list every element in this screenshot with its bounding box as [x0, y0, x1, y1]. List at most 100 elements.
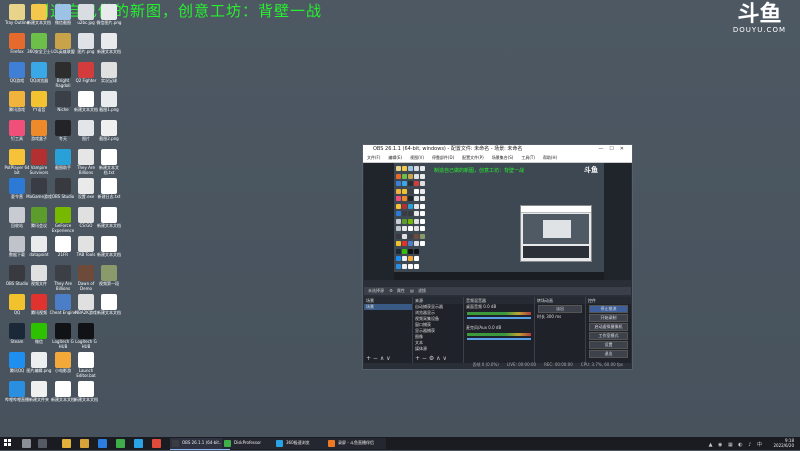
- preview-mini-icon: [408, 211, 413, 216]
- obs-preview[interactable]: 制造自己做的新图，创意工坊：背壁一战 斗鱼: [364, 163, 631, 280]
- task-obs[interactable]: OBS 26.1.1 (64-bit...: [170, 438, 230, 450]
- desktop-icon-label: 微信图片.png: [96, 20, 122, 25]
- clock[interactable]: 9:18 2022/6/20: [773, 437, 794, 451]
- preview-mini-icon: [402, 188, 407, 194]
- preview-mini-icon: [414, 211, 419, 216]
- preview-mini-icon: [402, 248, 407, 254]
- filters-button[interactable]: 滤镜: [418, 288, 426, 293]
- filter-icon[interactable]: ▤: [410, 288, 414, 293]
- app-icon: [55, 265, 71, 281]
- windows-start-icon[interactable]: [4, 439, 12, 447]
- app-icon: [78, 381, 94, 397]
- desktop-icon-label: 视频第一段: [99, 281, 119, 286]
- sources-header: 来源: [413, 297, 463, 304]
- task-view-icon[interactable]: [38, 439, 47, 448]
- app-icon: [78, 62, 94, 78]
- properties-button[interactable]: 属性: [397, 288, 405, 293]
- taskbar-app-icon-3[interactable]: [134, 439, 143, 448]
- watermark-logo: 斗鱼: [737, 1, 782, 27]
- start-recording-button[interactable]: 开始录制: [589, 314, 628, 322]
- edge-icon[interactable]: [98, 439, 107, 448]
- app-icon: [31, 236, 47, 252]
- preview-mini-icon: [414, 181, 419, 186]
- taskbar-app-icon-4[interactable]: [152, 439, 161, 448]
- desktop-audio-meter: [467, 312, 531, 315]
- app-icon: [9, 352, 25, 368]
- preview-mini-icon: [414, 256, 419, 261]
- app-icon: [78, 178, 94, 194]
- app-icon: [9, 178, 25, 194]
- search-icon[interactable]: [22, 439, 31, 448]
- preview-mini-icon: [396, 173, 401, 179]
- preview-mini-icon: [414, 226, 419, 231]
- exit-button[interactable]: 退出: [589, 350, 628, 358]
- app-icon: [78, 4, 94, 20]
- preview-mini-icon: [396, 226, 401, 231]
- menu-tools[interactable]: 工具(T): [521, 155, 535, 160]
- scene-item[interactable]: 场景: [364, 304, 412, 310]
- mic-audio-slider[interactable]: [467, 338, 531, 340]
- audio-mixer-dock: 音频混音器 桌面音频 0.0 dB 麦克风/Aux 0.0 dB: [464, 297, 535, 363]
- source-item[interactable]: 媒体源: [413, 346, 463, 352]
- preview-mini-icon: [420, 211, 425, 216]
- virtual-camera-button[interactable]: 启动虚拟摄像机: [589, 323, 628, 331]
- desktop-icon-label: 新建文本文档: [97, 252, 121, 257]
- watermark-site: DOUYU.COM: [732, 26, 786, 34]
- transition-select[interactable]: 淡出: [538, 305, 582, 313]
- settings-button[interactable]: 设置: [589, 341, 628, 349]
- preview-mini-icon: [408, 248, 413, 254]
- file-explorer-icon[interactable]: [62, 439, 71, 448]
- taskbar-app-icon-1[interactable]: [80, 439, 89, 448]
- preview-mini-icon: [414, 196, 419, 201]
- desktop-icon-label: 新建文本文档: [74, 397, 98, 402]
- mic-audio-meter: [467, 333, 531, 336]
- duration-row: 时长 300 ms: [537, 314, 562, 319]
- menu-scene-collection[interactable]: 场景集合(S): [492, 155, 514, 160]
- menu-help[interactable]: 帮助(H): [543, 155, 557, 160]
- desktop-icon-label: 新建文本文档.txt: [99, 165, 119, 175]
- browser-icon: [276, 440, 283, 447]
- task-browser[interactable]: 360极速浏览: [274, 438, 334, 449]
- menu-docks[interactable]: 停靠部件(D): [432, 155, 454, 160]
- obs-title-bar[interactable]: OBS 26.1.1 (64-bit, windows) - 配置文件: 未命名…: [363, 145, 632, 154]
- desktop-icon[interactable]: 新建文本文档: [72, 381, 100, 415]
- douyu-icon: [328, 440, 335, 447]
- stop-streaming-button[interactable]: 停止推流: [589, 305, 628, 313]
- app-icon: [9, 120, 25, 136]
- preview-mini-icon: [420, 218, 425, 224]
- preview-mini-icon: [414, 173, 419, 179]
- preview-mini-icon: [396, 248, 401, 254]
- app-icon: [9, 33, 25, 49]
- window-controls[interactable]: —☐✕: [598, 145, 630, 154]
- preview-mini-icon: [396, 218, 401, 224]
- app-icon: [78, 294, 94, 310]
- app-icon: [101, 33, 117, 49]
- desktop-icon-label: 新建日志.txt: [97, 194, 121, 199]
- app-icon: [78, 91, 94, 107]
- obs-menu-bar: 文件(F) 编辑(E) 视图(V) 停靠部件(D) 配置文件(P) 场景集合(S) 工具(T…: [363, 154, 632, 163]
- preview-banner: 制造自己做的新图，创意工坊：背壁一战: [434, 168, 525, 174]
- menu-edit[interactable]: 编辑(E): [388, 155, 402, 160]
- menu-view[interactable]: 视图(V): [410, 155, 424, 160]
- desktop-audio-slider[interactable]: [467, 317, 531, 319]
- controls-header: 控件: [586, 297, 631, 304]
- preview-desktop: 制造自己做的新图，创意工坊：背壁一战 斗鱼: [394, 163, 604, 280]
- duration-input[interactable]: 300 ms: [546, 314, 561, 319]
- obs-window[interactable]: OBS 26.1.1 (64-bit, windows) - 配置文件: 未命名…: [362, 144, 633, 370]
- desktop-icon-label: 截图1.png: [99, 107, 119, 112]
- task-diskprofessor[interactable]: DiskProfessor: [222, 438, 282, 449]
- studio-mode-button[interactable]: 工作室模式: [589, 332, 628, 340]
- preview-mini-icon: [420, 188, 425, 194]
- system-tray-icons[interactable]: ▲ ◉ ▦ ◐ ♪ 中: [709, 441, 764, 448]
- desktop: 制造自己做的新图，创意工坊：背壁一战 斗鱼 DOUYU.COM Tray Out…: [0, 0, 800, 437]
- taskbar-app-icon-2[interactable]: [116, 439, 125, 448]
- app-icon: [9, 381, 25, 397]
- preview-mini-icon: [402, 233, 407, 239]
- gear-icon[interactable]: ⚙: [389, 288, 393, 293]
- menu-file[interactable]: 文件(F): [367, 155, 380, 160]
- obs-icon: [172, 440, 179, 447]
- app-icon: [9, 265, 25, 281]
- preview-watermark: 斗鱼: [584, 166, 598, 174]
- menu-profile[interactable]: 配置文件(P): [462, 155, 484, 160]
- task-douyu[interactable]: 录屏 - 斗鱼直播伴侣: [326, 438, 386, 449]
